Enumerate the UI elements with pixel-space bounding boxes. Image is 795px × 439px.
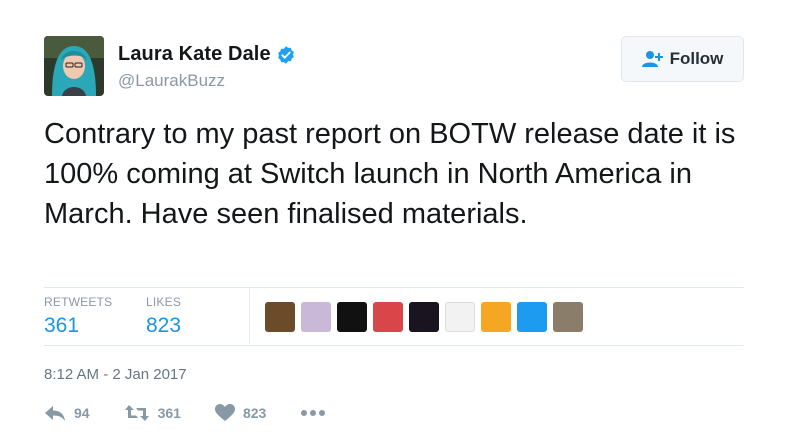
likers-avatar-list	[265, 302, 589, 332]
retweets-label: RETWEETS	[44, 295, 113, 309]
liker-avatar[interactable]	[409, 302, 439, 332]
reply-count: 94	[74, 405, 90, 421]
retweets-count[interactable]: 361	[44, 314, 112, 338]
liker-avatar[interactable]	[373, 302, 403, 332]
more-options-button[interactable]	[300, 409, 326, 417]
retweet-button[interactable]: 361	[124, 404, 181, 422]
user-handle[interactable]: @LaurakBuzz	[118, 71, 225, 91]
add-user-icon	[641, 50, 664, 68]
like-count: 823	[242, 405, 267, 421]
retweets-stat[interactable]: RETWEETS 361	[44, 295, 112, 338]
user-display-name[interactable]: Laura Kate Dale	[118, 43, 271, 66]
avatar[interactable]	[44, 36, 104, 96]
more-dots-icon	[300, 409, 326, 417]
retweet-count: 361	[157, 405, 181, 421]
liker-avatar[interactable]	[445, 302, 475, 332]
tweet-actions: 94 361 823	[44, 404, 350, 422]
liker-avatar[interactable]	[481, 302, 511, 332]
likes-stat[interactable]: LIKES 823	[146, 295, 181, 338]
liker-avatar[interactable]	[337, 302, 367, 332]
stats-separator	[249, 288, 250, 344]
user-name-row[interactable]: Laura Kate Dale	[118, 43, 296, 66]
liker-avatar[interactable]	[553, 302, 583, 332]
retweet-icon	[124, 404, 150, 422]
heart-icon	[214, 404, 235, 422]
divider	[44, 345, 744, 346]
liker-avatar[interactable]	[301, 302, 331, 332]
tweet-timestamp[interactable]: 8:12 AM - 2 Jan 2017	[44, 366, 187, 383]
tweet-text: Contrary to my past report on BOTW relea…	[44, 118, 736, 230]
reply-button[interactable]: 94	[44, 404, 90, 422]
reply-icon	[44, 404, 66, 422]
like-button[interactable]: 823	[214, 404, 267, 422]
verified-badge-icon	[276, 45, 296, 65]
liker-avatar[interactable]	[265, 302, 295, 332]
follow-button-label: Follow	[669, 49, 724, 68]
divider	[44, 287, 744, 288]
follow-button[interactable]: Follow	[621, 36, 744, 82]
avatar-image	[44, 36, 104, 96]
liker-avatar[interactable]	[517, 302, 547, 332]
likes-count[interactable]: 823	[146, 314, 181, 338]
likes-label: LIKES	[146, 295, 182, 309]
